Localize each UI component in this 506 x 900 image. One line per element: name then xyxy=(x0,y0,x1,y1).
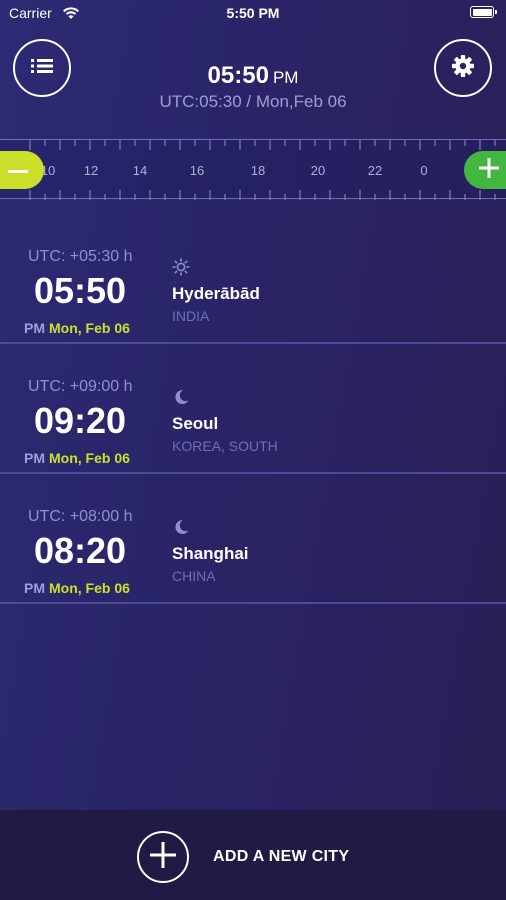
city-date: PM Mon, Feb 06 xyxy=(24,580,130,596)
header-subtitle: UTC:05:30 / Mon,Feb 06 xyxy=(159,92,347,111)
plus-icon xyxy=(150,841,176,873)
city-name: Seoul xyxy=(172,414,219,433)
header-time: 05:50 PM xyxy=(0,62,506,90)
gear-icon xyxy=(451,54,475,83)
city-date: PM Mon, Feb 06 xyxy=(24,450,130,466)
city-row-seoul[interactable]: UTC: +09:00 h 09:20 PM Mon, Feb 06 Seoul … xyxy=(0,344,506,474)
moon-icon xyxy=(172,388,190,411)
city-time: 09:20 xyxy=(33,400,127,441)
decrease-time-button[interactable] xyxy=(0,151,44,189)
city-date: PM Mon, Feb 06 xyxy=(24,320,130,336)
timeline-ruler: 1012141618202202 xyxy=(29,140,496,200)
ruler-hour-label: 12 xyxy=(84,163,98,178)
utc-offset: UTC: +08:00 h xyxy=(28,508,133,525)
ruler-hour-label: 16 xyxy=(190,163,204,178)
city-country: KOREA, SOUTH xyxy=(172,438,278,454)
time-slider[interactable]: 1012141618202202 xyxy=(0,139,506,200)
city-ampm: PM xyxy=(24,320,45,336)
status-time: 5:50 PM xyxy=(226,5,280,21)
city-name: Shanghai xyxy=(172,544,249,563)
city-time: 05:50 xyxy=(33,270,127,311)
city-country: CHINA xyxy=(172,568,216,584)
ruler-hour-label: 0 xyxy=(420,163,427,178)
ruler-hour-label: 18 xyxy=(251,163,265,178)
city-row-hyderabad[interactable]: UTC: +05:30 h 05:50 PM Mon, Feb 06 Hyderā… xyxy=(0,214,506,344)
settings-button[interactable] xyxy=(434,39,492,97)
city-time: 08:20 xyxy=(33,530,127,571)
city-ampm: PM xyxy=(24,580,45,596)
header-clock: 05:50 xyxy=(207,62,269,89)
city-country: INDIA xyxy=(172,308,210,324)
city-row-shanghai[interactable]: UTC: +08:00 h 08:20 PM Mon, Feb 06 Shangh… xyxy=(0,474,506,604)
moon-icon xyxy=(172,518,190,541)
city-date-text: Mon, Feb 06 xyxy=(49,320,130,336)
city-ampm: PM xyxy=(24,450,45,466)
plus-icon xyxy=(479,157,499,183)
minus-icon xyxy=(8,161,28,179)
utc-offset: UTC: +09:00 h xyxy=(28,378,133,395)
add-city-bar[interactable]: ADD A NEW CITY xyxy=(0,810,506,900)
battery-icon xyxy=(470,6,497,18)
city-date-text: Mon, Feb 06 xyxy=(49,580,130,596)
ruler-hour-label: 14 xyxy=(133,163,147,178)
ruler-hour-label: 20 xyxy=(311,163,325,178)
ruler-hour-label: 22 xyxy=(368,163,382,178)
status-bar: Carrier 5:50 PM xyxy=(0,0,506,28)
add-city-button[interactable] xyxy=(137,831,189,883)
city-date-text: Mon, Feb 06 xyxy=(49,450,130,466)
increase-time-button[interactable] xyxy=(464,151,506,189)
add-city-label[interactable]: ADD A NEW CITY xyxy=(213,848,349,866)
sun-icon xyxy=(172,258,190,281)
city-name: Hyderābād xyxy=(172,284,260,303)
header-ampm: PM xyxy=(272,68,299,87)
utc-offset: UTC: +05:30 h xyxy=(28,248,133,265)
